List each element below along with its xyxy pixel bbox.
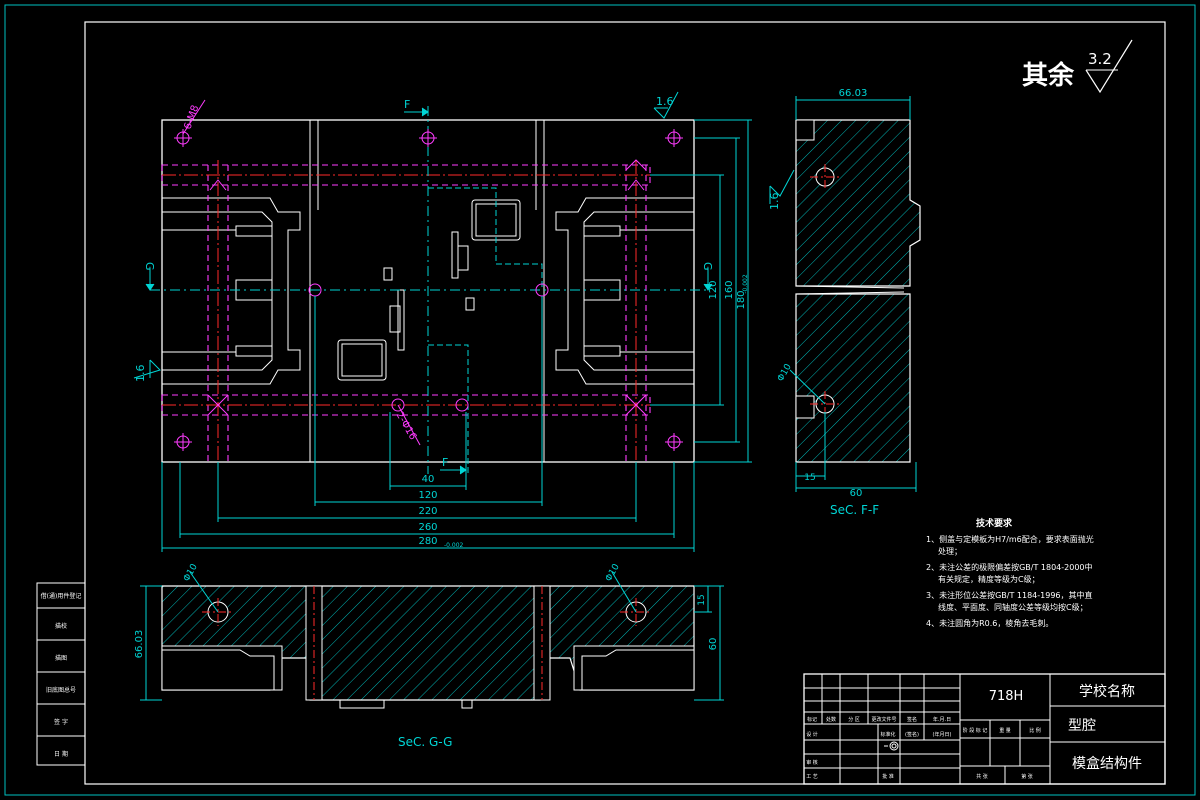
tb-row-5: 工 艺 bbox=[806, 774, 818, 780]
section-ff: 66.03 60 15 Φ10 1.6 SeC. F-F bbox=[768, 88, 921, 517]
callout-m8: 6-M8 bbox=[182, 104, 201, 131]
material: 718H bbox=[989, 689, 1024, 704]
dim-280: 280 bbox=[418, 536, 437, 547]
tech-req-3: 2、未注公差的极限偏差按GB/T 1804-2000中 bbox=[926, 562, 1093, 572]
tb-row-6: 批 准 bbox=[882, 773, 894, 780]
tech-req-title: 技术要求 bbox=[976, 517, 1013, 529]
tb-stage-2: 比 例 bbox=[1029, 727, 1041, 734]
side-label-4: 日 期 bbox=[54, 750, 68, 758]
section-gg: Φ10 Φ10 66.03 60 15 SeC. G-G bbox=[134, 562, 724, 749]
assembly-name: 模盒结构件 bbox=[1072, 755, 1142, 772]
tb-row-1: 标准化 bbox=[880, 731, 895, 738]
tech-req-1: 1、侧盖与定模板为H7/m6配合，要求表面抛光 bbox=[926, 534, 1094, 544]
section-marker-g-right: G bbox=[701, 262, 714, 271]
tb-row-3: (年月日) bbox=[933, 731, 952, 738]
dim-160-v: 160 bbox=[724, 280, 735, 299]
side-label-3: 签 字 bbox=[54, 718, 68, 726]
ff-callout-phi10: Φ10 bbox=[776, 362, 794, 383]
ff-dim-bottom: 60 bbox=[850, 488, 863, 499]
tech-req-4: 有关规定，精度等级为C级； bbox=[938, 574, 1040, 584]
dim-120-h: 120 bbox=[418, 490, 437, 501]
tech-req-2: 处理； bbox=[938, 546, 962, 556]
tech-req-5: 3、未注形位公差按GB/T 1184-1996，其中直 bbox=[926, 590, 1093, 600]
tb-row-4: 审 核 bbox=[806, 759, 818, 766]
dim-180-tol: -0.002 bbox=[742, 274, 749, 294]
tb-sheet-1: 第 张 bbox=[1021, 773, 1033, 780]
dim-40: 40 bbox=[422, 474, 435, 485]
label-sec-gg: SeC. G-G bbox=[398, 735, 452, 749]
ff-dim-top: 66.03 bbox=[839, 88, 868, 99]
gg-callout-phi10-left: Φ10 bbox=[182, 562, 200, 583]
side-label-0: 借(通)用件登记 bbox=[41, 592, 82, 600]
tech-req-7: 4、未注圆角为R0.6，棱角去毛刺。 bbox=[926, 618, 1053, 628]
tb-header-2: 分 区 bbox=[848, 716, 860, 723]
gg-dim-small: 15 bbox=[697, 594, 707, 605]
tb-stage-1: 重 量 bbox=[999, 727, 1011, 734]
section-marker-f-top: F bbox=[404, 98, 410, 111]
tb-row-2: (签名) bbox=[905, 731, 919, 738]
section-marker-g-left: G bbox=[143, 262, 156, 271]
dim-220: 220 bbox=[418, 506, 437, 517]
tech-requirements: 技术要求 1、侧盖与定模板为H7/m6配合，要求表面抛光 处理； 2、未注公差的… bbox=[926, 517, 1094, 628]
gg-callout-phi10-right: Φ10 bbox=[604, 562, 622, 583]
tb-sheet-0: 共 张 bbox=[976, 773, 988, 780]
tech-req-6: 线度、平面度、同轴度公差等级均按C级； bbox=[938, 602, 1088, 612]
tb-header-4: 签名 bbox=[907, 716, 917, 723]
section-marker-f-bottom: F bbox=[442, 456, 448, 469]
dim-260: 260 bbox=[418, 522, 437, 533]
roughness-note-text: 其余 bbox=[1022, 60, 1075, 91]
tb-header-3: 更改文件号 bbox=[871, 716, 896, 723]
side-label-5: 描校 bbox=[55, 622, 67, 630]
school-name: 学校名称 bbox=[1079, 683, 1135, 700]
roughness-mark-ff: 1.6 bbox=[768, 193, 781, 211]
title-block-text: 718H 学校名称 型腔 模盒结构件 标记 处数 分 区 更改文件号 签名 年.… bbox=[806, 683, 1142, 780]
roughness-value: 3.2 bbox=[1088, 50, 1112, 68]
tb-header-5: 年.月.日 bbox=[933, 716, 951, 723]
surface-roughness-note: 其余 3.2 bbox=[1022, 39, 1133, 94]
tb-row-0: 设 计 bbox=[806, 731, 818, 738]
gg-dim-left: 66.03 bbox=[134, 630, 145, 659]
tb-stage-0: 阶 段 标 记 bbox=[963, 727, 988, 734]
side-label-1: 旧底图总号 bbox=[46, 686, 76, 694]
gg-dim-right: 60 bbox=[708, 638, 719, 651]
dim-280-tol: -0.002 bbox=[444, 542, 464, 549]
part-name: 型腔 bbox=[1068, 718, 1096, 734]
ff-dim-small: 15 bbox=[804, 473, 815, 483]
cad-drawing: 借(通)用件登记 描校 描图 旧底图总号 签 字 日 期 其余 3.2 F F … bbox=[4, 4, 1196, 796]
side-labels: 借(通)用件登记 描校 描图 旧底图总号 签 字 日 期 bbox=[41, 592, 82, 758]
tb-header-1: 处数 bbox=[826, 716, 836, 723]
roughness-mark-plan-left: 1.6 bbox=[134, 365, 147, 383]
side-label-2: 描图 bbox=[55, 654, 67, 662]
tb-header-0: 标记 bbox=[807, 716, 817, 723]
plan-view: F F G G 6-M8 2-Φ16 1.6 1.6 40 120 220 26… bbox=[133, 91, 752, 552]
label-sec-ff: SeC. F-F bbox=[830, 503, 879, 517]
roughness-mark-plan-top: 1.6 bbox=[656, 95, 674, 108]
dim-120-v: 120 bbox=[708, 280, 719, 299]
